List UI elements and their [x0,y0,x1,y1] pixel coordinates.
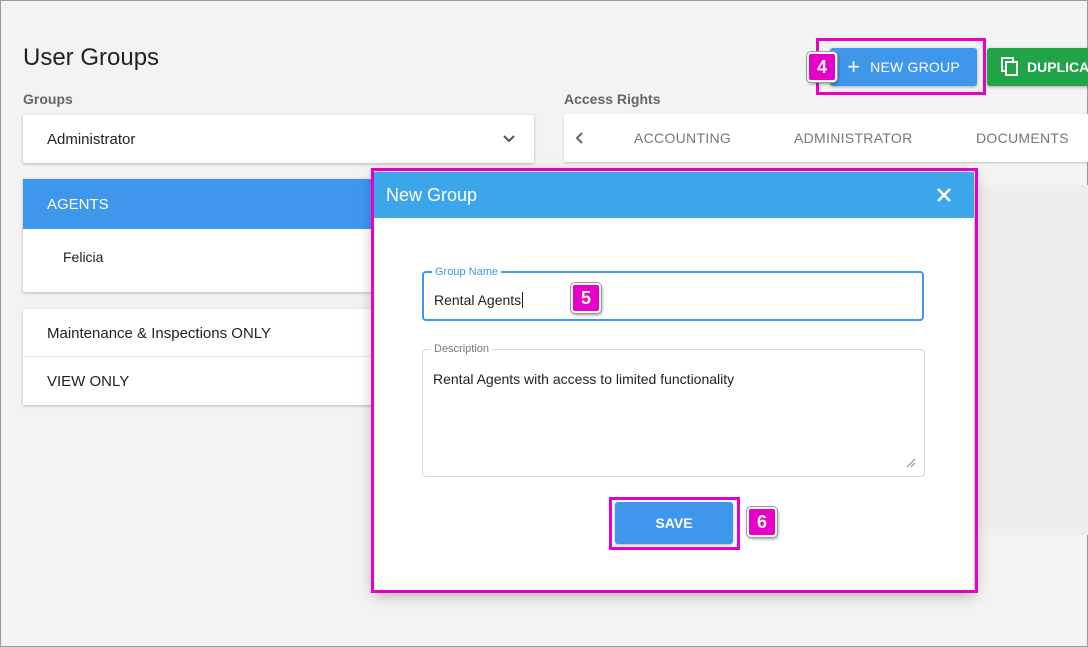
tab-accounting[interactable]: ACCOUNTING [634,130,731,146]
duplicate-label: DUPLICA [1027,59,1088,75]
group-dropdown-administrator[interactable]: Administrator [23,115,534,163]
highlight-new-group [816,38,986,95]
group-item-view-only[interactable]: VIEW ONLY [23,357,383,405]
highlight-save [609,497,740,550]
step-badge-4: 4 [807,52,837,82]
access-rights-tabs: ACCOUNTING ADMINISTRATOR DOCUMENTS [564,114,1088,162]
tab-administrator[interactable]: ADMINISTRATOR [794,130,913,146]
chevron-down-icon[interactable] [502,132,516,146]
group-item-maintenance[interactable]: Maintenance & Inspections ONLY [23,309,383,357]
group-card-agents: AGENTS Felicia [23,179,383,292]
group-list-other: Maintenance & Inspections ONLY VIEW ONLY [23,309,383,405]
page-title: User Groups [23,44,160,71]
copy-icon [1001,57,1018,76]
access-rights-label: Access Rights [564,91,661,107]
duplicate-button[interactable]: DUPLICA [987,48,1088,86]
chevron-left-icon[interactable] [574,131,586,145]
group-dropdown-label: Administrator [47,130,136,148]
access-rights-panel [976,185,1088,535]
group-header-agents[interactable]: AGENTS [23,179,383,229]
group-member-item[interactable]: Felicia [23,229,383,284]
groups-label: Groups [23,91,73,107]
tab-documents[interactable]: DOCUMENTS [976,130,1069,146]
step-badge-6: 6 [747,507,777,537]
step-badge-5: 5 [571,283,601,313]
